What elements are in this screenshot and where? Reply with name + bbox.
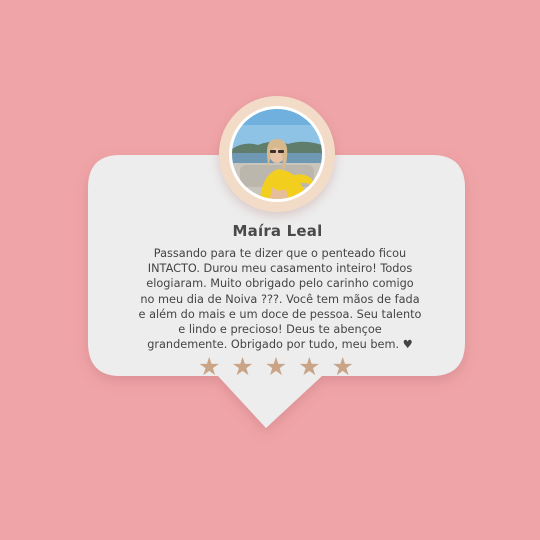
review-line: e lindo e precioso! Deus te abençoe (178, 323, 382, 337)
review-line: e além do mais e um doce de pessoa. Seu … (138, 307, 422, 321)
review-line: no meu dia de Noiva ???. Você tem mãos d… (140, 292, 420, 306)
star-rating: ★ ★ ★ ★ ★ (0, 354, 540, 380)
testimonial-card: Maíra Leal Passando para te dizer que o … (0, 0, 540, 540)
star-icon: ★ (231, 353, 256, 381)
review-line: elogiaram. Muito obrigado pelo carinho c… (146, 277, 414, 291)
reviewer-name: Maíra Leal (232, 222, 323, 240)
review-line: INTACTO. Durou meu casamento inteiro! To… (147, 262, 413, 276)
star-icon: ★ (298, 353, 323, 381)
avatar (219, 96, 335, 212)
review-text: Passando para te dizer que o penteado fi… (132, 246, 428, 352)
profile-photo-icon (232, 109, 322, 199)
review-line: grandemente. Obrigado por tudo, meu bem.… (147, 338, 413, 352)
review-line: Passando para te dizer que o penteado fi… (153, 247, 407, 260)
star-icon: ★ (331, 353, 356, 381)
star-icon: ★ (264, 353, 290, 381)
star-icon: ★ (198, 353, 223, 381)
